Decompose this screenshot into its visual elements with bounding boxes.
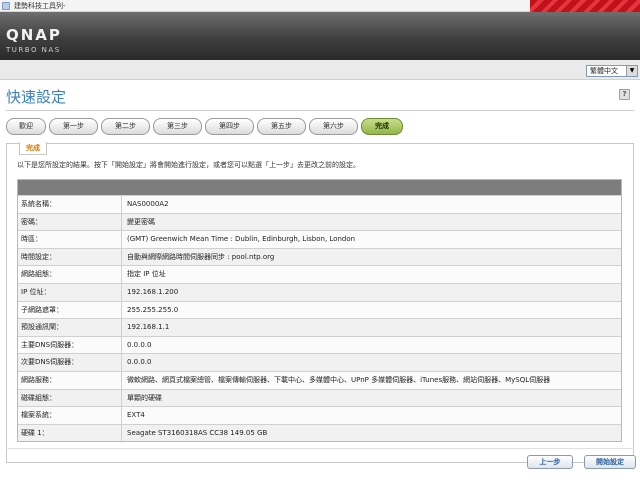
- table-row: 檔案系統： EXT4: [18, 406, 621, 424]
- row-value: 變更密碼: [127, 217, 155, 226]
- table-row: 預設通訊閘： 192.168.1.1: [18, 318, 621, 336]
- language-select[interactable]: 繁體中文 ▼: [586, 65, 638, 77]
- table-row: 時間設定： 自動與網際網路時間伺服器同步 : pool.ntp.org: [18, 247, 621, 266]
- panel-tab-finish: 完成: [19, 142, 47, 155]
- row-value: 255.255.255.0: [127, 305, 179, 314]
- row-value: Seagate ST3160318AS CC38 149.05 GB: [127, 428, 268, 437]
- page-title: 快速設定: [6, 88, 67, 106]
- help-icon[interactable]: ?: [619, 89, 630, 100]
- row-value: 192.168.1.1: [127, 323, 170, 332]
- row-label: 時區：: [18, 231, 122, 248]
- table-row: 網路服務： 微軟網路、網頁式檔案總管、檔案傳輸伺服器、下載中心、多媒體中心、UP…: [18, 370, 621, 389]
- step-2[interactable]: 第二步: [101, 118, 150, 135]
- qnap-logo: QNAP: [6, 26, 62, 44]
- chevron-down-icon[interactable]: ▼: [626, 66, 637, 76]
- row-value: EXT4: [127, 411, 145, 420]
- row-label: 子網路遮罩：: [18, 301, 122, 319]
- row-label: 網路組態：: [18, 266, 122, 283]
- toolbar-stripe-decoration: [530, 0, 640, 12]
- row-label: 硬碟 1：: [18, 424, 122, 442]
- row-value: 單顆的硬碟: [127, 393, 162, 402]
- table-row: 時區： (GMT) Greenwich Mean Time : Dublin, …: [18, 230, 621, 248]
- toolbar-app-icon: [2, 2, 10, 10]
- table-row: 次要DNS伺服器： 0.0.0.0: [18, 353, 621, 371]
- step-welcome[interactable]: 歡迎: [6, 118, 46, 135]
- row-value: 192.168.1.200: [127, 287, 179, 296]
- table-row: 主要DNS伺服器： 0.0.0.0: [18, 335, 621, 354]
- table-row: IP 位址： 192.168.1.200: [18, 282, 621, 301]
- step-6[interactable]: 第六步: [309, 118, 358, 135]
- step-1[interactable]: 第一步: [49, 118, 98, 135]
- title-divider: [6, 110, 634, 111]
- step-finish[interactable]: 完成: [361, 118, 403, 135]
- toolbar-title: 建勢科技工具列-: [14, 2, 66, 10]
- row-value: (GMT) Greenwich Mean Time : Dublin, Edin…: [127, 235, 356, 244]
- back-button[interactable]: 上一步: [527, 455, 573, 469]
- step-5[interactable]: 第五步: [257, 118, 306, 135]
- row-label: 系統名稱：: [18, 196, 122, 213]
- summary-table: 系統名稱： NAS0000A2 密碼： 變更密碼 時區： (GMT) Green…: [17, 179, 622, 443]
- intro-text: 以下是您所設定的結果。按下「開始設定」將會開始進行設定，或者您可以點選「上一步」…: [17, 161, 360, 169]
- row-value: 指定 IP 位址: [127, 270, 166, 279]
- table-row: 硬碟 1： Seagate ST3160318AS CC38 149.05 GB: [18, 423, 621, 442]
- language-selected-value: 繁體中文: [590, 67, 618, 75]
- row-label: 網路服務：: [18, 371, 122, 389]
- step-3[interactable]: 第三步: [153, 118, 202, 135]
- row-value: 0.0.0.0: [127, 358, 152, 367]
- turbo-nas-label: TURBO NAS: [6, 46, 61, 54]
- row-label: IP 位址：: [18, 283, 122, 301]
- row-label: 檔案系統：: [18, 407, 122, 424]
- table-row: 子網路遮罩： 255.255.255.0: [18, 300, 621, 319]
- header-banner: QNAP TURBO NAS: [0, 12, 640, 60]
- bottom-divider: [6, 448, 634, 449]
- row-label: 磁碟組態：: [18, 389, 122, 407]
- step-4[interactable]: 第四步: [205, 118, 254, 135]
- table-row: 網路組態： 指定 IP 位址: [18, 265, 621, 283]
- row-label: 次要DNS伺服器：: [18, 354, 122, 371]
- row-value: NAS0000A2: [127, 200, 169, 208]
- header-subbar: [0, 60, 640, 80]
- browser-toolbar: 建勢科技工具列-: [0, 0, 640, 12]
- row-label: 預設通訊閘：: [18, 319, 122, 336]
- row-value: 0.0.0.0: [127, 340, 152, 349]
- row-label: 時間設定：: [18, 248, 122, 266]
- table-row: 系統名稱： NAS0000A2: [18, 195, 621, 213]
- summary-header: [18, 180, 621, 195]
- row-label: 主要DNS伺服器：: [18, 336, 122, 354]
- row-label: 密碼：: [18, 213, 122, 231]
- row-value: 自動與網際網路時間伺服器同步 : pool.ntp.org: [127, 252, 275, 261]
- table-row: 磁碟組態： 單顆的硬碟: [18, 388, 621, 407]
- content-panel: 完成 以下是您所設定的結果。按下「開始設定」將會開始進行設定，或者您可以點選「上…: [6, 142, 634, 463]
- row-value: 微軟網路、網頁式檔案總管、檔案傳輸伺服器、下載中心、多媒體中心、UPnP 多媒體…: [127, 375, 551, 384]
- start-setup-button[interactable]: 開始設定: [584, 455, 636, 469]
- table-row: 密碼： 變更密碼: [18, 212, 621, 231]
